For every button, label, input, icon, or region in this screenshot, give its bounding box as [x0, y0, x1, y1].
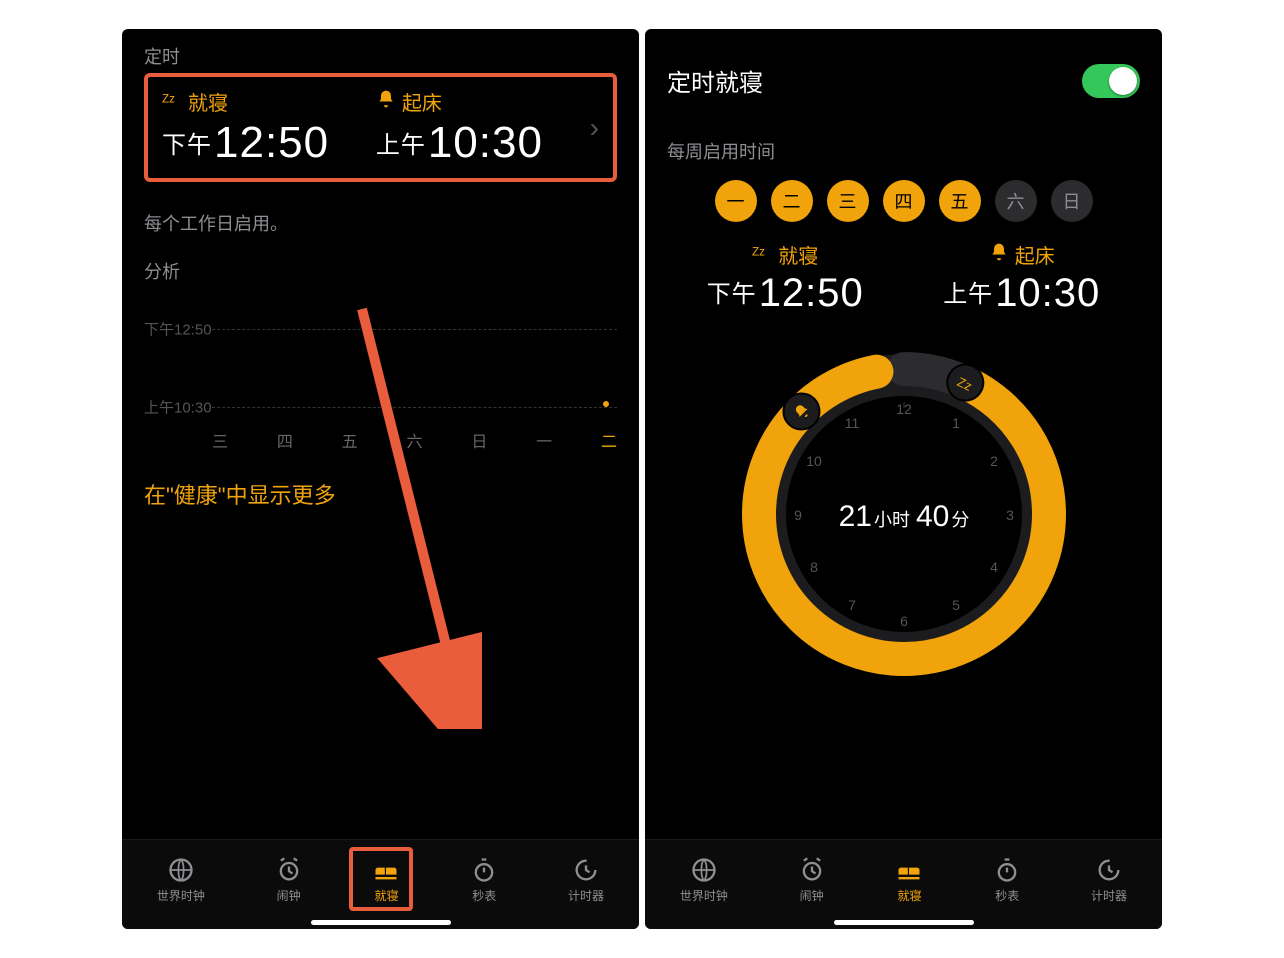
svg-text:8: 8 [810, 559, 818, 575]
home-indicator [834, 920, 974, 925]
chart-point [603, 401, 609, 407]
tab-alarm[interactable]: 闹钟 [798, 856, 826, 904]
enable-text: 每个工作日启用。 [144, 210, 617, 236]
tab-stopwatch[interactable]: 秒表 [993, 856, 1021, 904]
wake-value: 上午10:30 [943, 271, 1100, 316]
bedtime-value: 下午12:50 [707, 271, 864, 316]
tab-bar: 世界时钟 闹钟 就寝 秒表 计时器 [645, 839, 1162, 929]
day-picker: 一 二 三 四 五 六 日 [667, 180, 1140, 222]
bell-icon [376, 89, 396, 115]
svg-text:Zz: Zz [752, 245, 765, 258]
svg-text:12: 12 [896, 401, 912, 417]
weekly-label: 每周启用时间 [667, 138, 1140, 164]
bell-icon [989, 242, 1009, 268]
bedtime-label: 就寝 [778, 240, 818, 269]
home-indicator [311, 920, 451, 925]
chevron-right-icon: › [590, 112, 599, 144]
svg-text:11: 11 [844, 415, 859, 431]
right-screenshot: 定时就寝 每周启用时间 一 二 三 四 五 六 日 Zz 就寝 [645, 29, 1162, 929]
bedtime-title: 定时就寝 [667, 63, 763, 98]
sleep-dial[interactable]: 12 1 2 3 4 5 6 7 8 9 10 11 [724, 334, 1084, 694]
analysis-chart: 下午12:50 上午10:30 三 四 五 六 日 一 二 [144, 302, 617, 452]
svg-text:1: 1 [952, 415, 960, 431]
tab-alarm[interactable]: 闹钟 [275, 856, 303, 904]
schedule-label: 定时 [144, 43, 617, 69]
highlight-tab-box [349, 847, 413, 911]
day-wed[interactable]: 三 [827, 180, 869, 222]
tab-stopwatch[interactable]: 秒表 [470, 856, 498, 904]
tab-timer[interactable]: 计时器 [568, 856, 604, 904]
day-sun[interactable]: 日 [1051, 180, 1093, 222]
bedtime-value: 下午12:50 [162, 118, 329, 168]
day-mon[interactable]: 一 [715, 180, 757, 222]
bedtime-label: 就寝 [188, 87, 228, 116]
tab-bar: 世界时钟 闹钟 就寝 秒表 计时器 [122, 839, 639, 929]
bed-icon: Zz [162, 89, 182, 115]
wake-value: 上午10:30 [376, 118, 543, 168]
bedtime-toggle[interactable] [1082, 64, 1140, 98]
tab-world-clock[interactable]: 世界时钟 [680, 856, 728, 904]
show-more-link[interactable]: 在"健康"中显示更多 [144, 478, 617, 510]
day-tue[interactable]: 二 [771, 180, 813, 222]
svg-text:9: 9 [794, 507, 802, 523]
analysis-label: 分析 [144, 258, 617, 284]
bed-icon: Zz [752, 242, 772, 268]
wake-label: 起床 [402, 87, 442, 116]
tab-timer[interactable]: 计时器 [1091, 856, 1127, 904]
day-thu[interactable]: 四 [883, 180, 925, 222]
left-screenshot: 定时 Zz 就寝 下午12:50 [122, 29, 639, 929]
svg-text:3: 3 [1006, 507, 1014, 523]
svg-text:2: 2 [990, 453, 998, 469]
highlight-schedule-box: Zz 就寝 下午12:50 起床 上午10:30 [144, 73, 617, 182]
svg-text:5: 5 [952, 597, 960, 613]
svg-text:6: 6 [900, 613, 908, 629]
day-sat[interactable]: 六 [995, 180, 1037, 222]
tab-world-clock[interactable]: 世界时钟 [157, 856, 205, 904]
svg-text:7: 7 [848, 597, 856, 613]
day-fri[interactable]: 五 [939, 180, 981, 222]
svg-text:4: 4 [990, 559, 998, 575]
tab-bedtime[interactable]: 就寝 [895, 856, 923, 904]
svg-text:Zz: Zz [162, 92, 175, 105]
svg-text:10: 10 [806, 453, 822, 469]
schedule-row[interactable]: Zz 就寝 下午12:50 起床 上午10:30 [162, 87, 599, 168]
wake-label: 起床 [1015, 240, 1055, 269]
chart-x-axis: 三 四 五 六 日 一 二 [212, 428, 617, 452]
